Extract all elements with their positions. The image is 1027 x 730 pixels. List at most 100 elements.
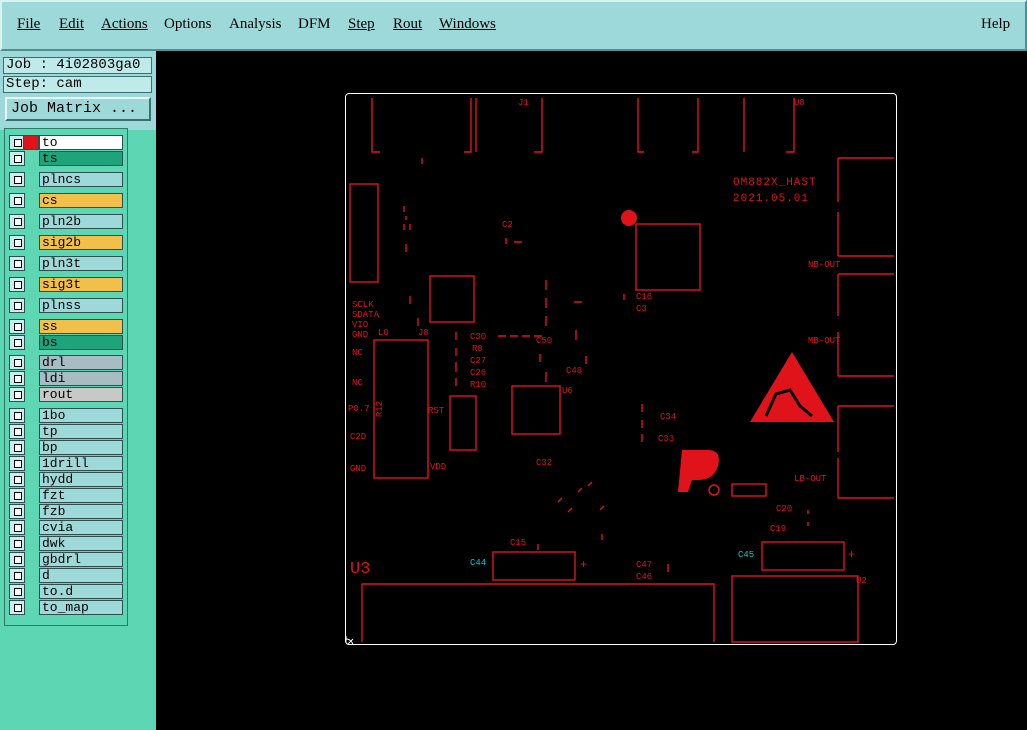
label-c46: C46 bbox=[636, 572, 653, 582]
menu-analysis[interactable]: Analysis bbox=[229, 16, 282, 33]
layer-row[interactable]: ss bbox=[5, 319, 125, 334]
layer-name-1[interactable]: ts bbox=[39, 151, 123, 166]
layer-name-13[interactable]: rout bbox=[39, 387, 123, 402]
layer-checkbox[interactable] bbox=[9, 536, 25, 551]
menu-actions[interactable]: Actions bbox=[101, 16, 148, 33]
layer-name-26[interactable]: to_map bbox=[39, 600, 123, 615]
menu-windows[interactable]: Windows bbox=[439, 16, 496, 33]
layer-checkbox[interactable] bbox=[9, 552, 25, 567]
layer-name-25[interactable]: to.d bbox=[39, 584, 123, 599]
layer-row[interactable]: plnss bbox=[5, 298, 125, 313]
layer-checkbox[interactable] bbox=[9, 568, 25, 583]
graphic-canvas[interactable]: OM882X_HAST 2021.05.01 U3 MB-OUT NB-OUT … bbox=[156, 51, 1027, 730]
layer-name-7[interactable]: sig3t bbox=[39, 277, 123, 292]
label-nc: NC bbox=[352, 348, 363, 358]
layer-checkbox[interactable] bbox=[9, 504, 25, 519]
layer-row[interactable]: pln2b bbox=[5, 214, 125, 229]
layer-name-18[interactable]: hydd bbox=[39, 472, 123, 487]
menu-help[interactable]: Help bbox=[981, 16, 1010, 33]
layer-checkbox[interactable] bbox=[9, 600, 25, 615]
layer-checkbox[interactable] bbox=[9, 456, 25, 471]
layer-name-10[interactable]: bs bbox=[39, 335, 123, 350]
layer-checkbox[interactable] bbox=[9, 298, 25, 313]
layer-row[interactable]: 1drill bbox=[5, 456, 125, 471]
layer-name-16[interactable]: bp bbox=[39, 440, 123, 455]
layer-row[interactable]: d bbox=[5, 568, 125, 583]
menu-step[interactable]: Step bbox=[348, 16, 375, 33]
layer-name-4[interactable]: pln2b bbox=[39, 214, 123, 229]
layer-name-14[interactable]: 1bo bbox=[39, 408, 123, 423]
layer-row[interactable]: tp bbox=[5, 424, 125, 439]
layer-row[interactable]: plncs bbox=[5, 172, 125, 187]
layer-checkbox[interactable] bbox=[9, 440, 25, 455]
layer-name-22[interactable]: dwk bbox=[39, 536, 123, 551]
layer-name-12[interactable]: ldi bbox=[39, 371, 123, 386]
layer-checkbox[interactable] bbox=[9, 387, 25, 402]
label-vdd: VDD bbox=[430, 462, 447, 472]
menu-edit[interactable]: Edit bbox=[59, 16, 84, 33]
layer-name-21[interactable]: cvia bbox=[39, 520, 123, 535]
layer-checkbox[interactable] bbox=[9, 256, 25, 271]
layer-row[interactable]: to bbox=[5, 135, 125, 150]
layer-row[interactable]: hydd bbox=[5, 472, 125, 487]
layer-row[interactable]: bs bbox=[5, 335, 125, 350]
layer-name-9[interactable]: ss bbox=[39, 319, 123, 334]
layer-checkbox[interactable] bbox=[9, 472, 25, 487]
layer-name-19[interactable]: fzt bbox=[39, 488, 123, 503]
layer-checkbox[interactable] bbox=[9, 424, 25, 439]
label-r8: R8 bbox=[472, 344, 483, 354]
menu-options[interactable]: Options bbox=[164, 16, 212, 33]
layer-row[interactable]: bp bbox=[5, 440, 125, 455]
layer-name-0[interactable]: to bbox=[39, 135, 123, 150]
layer-row[interactable]: pln3t bbox=[5, 256, 125, 271]
layer-row[interactable]: cvia bbox=[5, 520, 125, 535]
layer-row[interactable]: cs bbox=[5, 193, 125, 208]
layer-checkbox[interactable] bbox=[9, 214, 25, 229]
layer-checkbox[interactable] bbox=[9, 488, 25, 503]
layer-name-3[interactable]: cs bbox=[39, 193, 123, 208]
layer-row[interactable]: sig3t bbox=[5, 277, 125, 292]
layer-name-23[interactable]: gbdrl bbox=[39, 552, 123, 567]
layer-checkbox[interactable] bbox=[9, 584, 25, 599]
menu-dfm[interactable]: DFM bbox=[298, 16, 331, 33]
layer-row[interactable]: drl bbox=[5, 355, 125, 370]
layer-checkbox[interactable] bbox=[9, 235, 25, 250]
layer-row[interactable]: gbdrl bbox=[5, 552, 125, 567]
layer-row[interactable]: dwk bbox=[5, 536, 125, 551]
layer-name-2[interactable]: plncs bbox=[39, 172, 123, 187]
layer-name-5[interactable]: sig2b bbox=[39, 235, 123, 250]
job-matrix-button[interactable]: Job Matrix ... bbox=[5, 97, 151, 121]
layer-name-8[interactable]: plnss bbox=[39, 298, 123, 313]
layer-name-24[interactable]: d bbox=[39, 568, 123, 583]
layer-row[interactable]: to.d bbox=[5, 584, 125, 599]
layer-name-11[interactable]: drl bbox=[39, 355, 123, 370]
menu-file[interactable]: File bbox=[17, 16, 40, 33]
layer-row[interactable]: fzt bbox=[5, 488, 125, 503]
label-sclk: SCLK bbox=[352, 300, 374, 310]
layer-checkbox[interactable] bbox=[9, 172, 25, 187]
layer-row[interactable]: fzb bbox=[5, 504, 125, 519]
layer-name-15[interactable]: tp bbox=[39, 424, 123, 439]
layer-name-6[interactable]: pln3t bbox=[39, 256, 123, 271]
layer-checkbox[interactable] bbox=[9, 319, 25, 334]
layer-checkbox[interactable] bbox=[9, 335, 25, 350]
layer-row[interactable]: ts bbox=[5, 151, 125, 166]
layer-name-17[interactable]: 1drill bbox=[39, 456, 123, 471]
layer-checkbox[interactable] bbox=[9, 355, 25, 370]
label-u8: U8 bbox=[794, 98, 805, 108]
layer-row[interactable]: rout bbox=[5, 387, 125, 402]
menu-rout[interactable]: Rout bbox=[393, 16, 422, 33]
layer-checkbox[interactable] bbox=[9, 520, 25, 535]
layer-checkbox[interactable] bbox=[9, 277, 25, 292]
layer-checkbox[interactable] bbox=[9, 151, 25, 166]
layer-row[interactable]: 1bo bbox=[5, 408, 125, 423]
layer-row[interactable]: ldi bbox=[5, 371, 125, 386]
label-c15: C15 bbox=[510, 538, 527, 548]
layer-checkbox[interactable] bbox=[9, 193, 25, 208]
manufacturer-logo-icon bbox=[678, 450, 720, 496]
layer-checkbox[interactable] bbox=[9, 371, 25, 386]
layer-row[interactable]: to_map bbox=[5, 600, 125, 615]
layer-name-20[interactable]: fzb bbox=[39, 504, 123, 519]
layer-checkbox[interactable] bbox=[9, 408, 25, 423]
layer-row[interactable]: sig2b bbox=[5, 235, 125, 250]
